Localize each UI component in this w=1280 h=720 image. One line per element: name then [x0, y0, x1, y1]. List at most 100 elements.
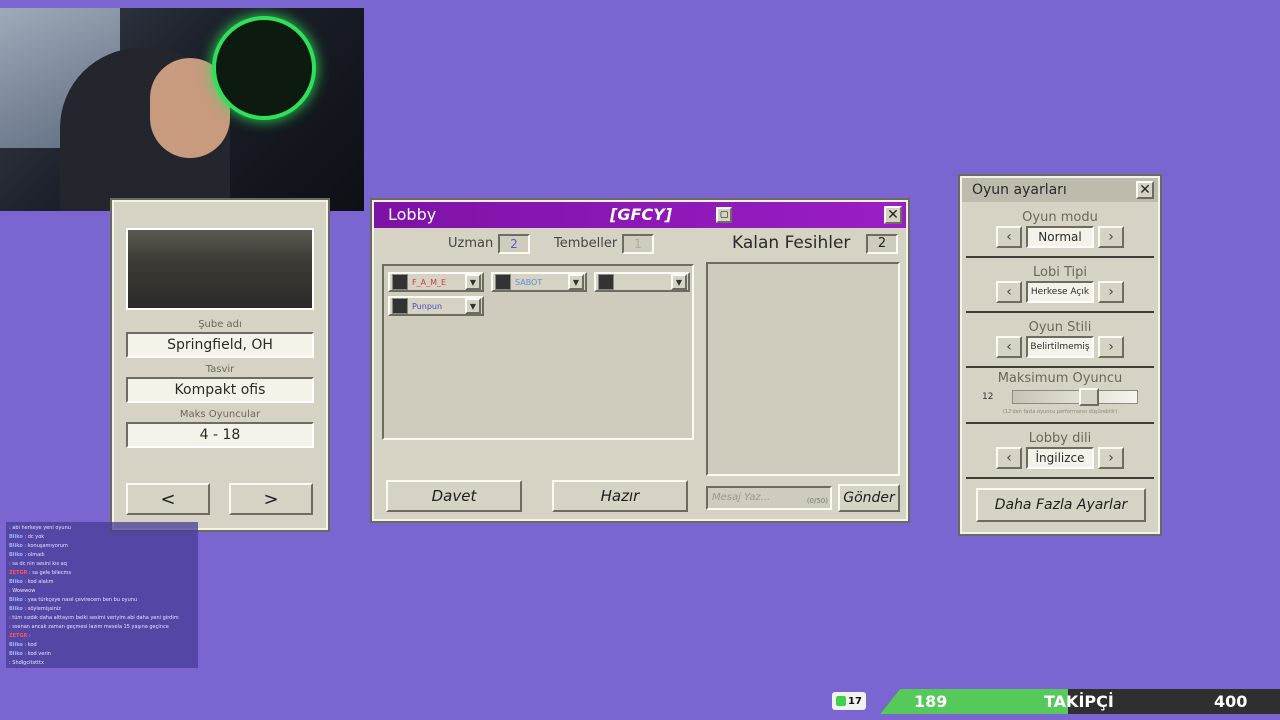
player-slot[interactable]: SABOT ▼	[491, 272, 587, 292]
expert-label: Uzman	[448, 236, 494, 251]
message-placeholder: Mesaj Yaz...	[712, 492, 771, 503]
lobby-type-prev-arrow-icon[interactable]: ‹	[996, 281, 1022, 303]
max-players-setting-label: Maksimum Oyuncu	[997, 371, 1123, 386]
mode-prev-arrow-icon[interactable]: ‹	[996, 226, 1022, 248]
more-settings-button[interactable]: Daha Fazla Ayarlar	[976, 488, 1146, 522]
chat-message: : sa dc nin sesini kıs aq	[9, 560, 195, 569]
chat-text: ssenan ancak zaman geçmesi lazım mesela …	[12, 624, 169, 630]
player-name: Punpun	[412, 301, 443, 311]
language-value[interactable]: İngilizce	[1026, 447, 1094, 469]
chat-text: yaa türkçeye nasıl çevirecem ben bu oyun…	[27, 597, 138, 603]
chat-separator: :	[27, 633, 31, 639]
max-players-field[interactable]: 4 - 18	[126, 422, 314, 448]
settings-close-icon[interactable]: ✕	[1136, 181, 1154, 199]
chat-text: abi herkeye yeni oyunu	[12, 525, 71, 531]
follower-current: 189	[914, 692, 948, 711]
next-office-button[interactable]: >	[229, 483, 313, 515]
divider	[966, 477, 1154, 479]
player-name: F_A_M_E	[412, 277, 447, 287]
chat-user: ZETGR	[9, 633, 28, 639]
lobby-title: Lobby	[388, 205, 437, 224]
kicks-label: Kalan Fesihler	[732, 233, 851, 253]
chat-message: Bliko : kod	[9, 641, 195, 650]
description-label: Tasvir	[205, 364, 235, 375]
chat-user: Bliko	[9, 606, 23, 612]
style-next-arrow-icon[interactable]: ›	[1098, 336, 1124, 358]
player-avatar-icon	[598, 274, 614, 290]
description-field[interactable]: Kompakt ofis	[126, 377, 314, 403]
chat-message: Bliko : konuşamıyorum	[9, 542, 195, 551]
stream-chat: : abi herkeye yeni oyunu Bliko : dc yok Bl…	[6, 522, 198, 668]
lobby-code: [GFCY]	[610, 205, 673, 224]
divider	[966, 422, 1154, 424]
copy-code-icon[interactable]: ▢	[716, 207, 732, 223]
divider	[966, 311, 1154, 313]
follower-progress-bar: 189 TAKİPÇİ 400	[880, 689, 1280, 714]
invite-button[interactable]: Davet	[386, 480, 522, 512]
chat-text: konuşamıyorum	[27, 543, 68, 549]
slider-handle[interactable]	[1078, 388, 1099, 406]
style-prev-arrow-icon[interactable]: ‹	[996, 336, 1022, 358]
chat-text: söylemişsiniz	[27, 606, 61, 612]
chevron-down-icon[interactable]: ▼	[465, 274, 481, 290]
message-input[interactable]: Mesaj Yaz... (0/50)	[706, 486, 832, 510]
chat-text: dc yok	[27, 534, 45, 540]
player-slot[interactable]: Punpun ▼	[388, 296, 484, 316]
player-name: SABOT	[515, 277, 543, 287]
player-avatar-icon	[392, 274, 408, 290]
lazy-label: Tembeller	[554, 236, 618, 251]
follower-badge-count: 17	[848, 695, 862, 707]
max-players-note: (12'den fazla oyuncu performansı düşüreb…	[1002, 409, 1118, 415]
chat-user: Bliko	[9, 597, 23, 603]
chat-message: Bliko : kod verin	[9, 650, 195, 659]
player-avatar-icon	[495, 274, 511, 290]
language-prev-arrow-icon[interactable]: ‹	[996, 447, 1022, 469]
lobby-type-label: Lobi Tipi	[1033, 265, 1087, 280]
chat-text: Wowwow	[12, 588, 36, 594]
style-label: Oyun Stili	[1028, 320, 1092, 335]
chat-user: Bliko	[9, 543, 23, 549]
language-next-arrow-icon[interactable]: ›	[1098, 447, 1124, 469]
message-counter: (0/50)	[806, 497, 828, 505]
chat-text: kod verin	[27, 651, 51, 657]
chat-message: Bliko : dc yok	[9, 533, 195, 542]
chat-message: Bliko : yaa türkçeye nasıl çevirecem ben…	[9, 596, 195, 605]
player-slot[interactable]: ▼	[594, 272, 690, 292]
settings-window: Oyun ayarları ✕ Oyun modu ‹ Normal › Lob…	[958, 174, 1162, 536]
branch-field[interactable]: Springfield, OH	[126, 332, 314, 358]
chat-message: : ssenan ancak zaman geçmesi lazım mesel…	[9, 623, 195, 632]
close-icon[interactable]: ✕	[884, 206, 902, 224]
chevron-down-icon[interactable]: ▼	[465, 298, 481, 314]
max-players-setting-value: 12	[982, 392, 994, 402]
chat-area	[706, 262, 900, 476]
max-players-slider[interactable]	[1012, 388, 1138, 406]
chat-user: Bliko	[9, 642, 23, 648]
send-button[interactable]: Gönder	[838, 484, 900, 512]
prev-office-button[interactable]: <	[126, 483, 210, 515]
chat-text: sa dc nin sesini kıs aq	[12, 561, 67, 567]
divider	[966, 366, 1154, 368]
chevron-down-icon[interactable]: ▼	[568, 274, 584, 290]
chat-message: ZETGR : sa gele bilecms	[9, 569, 195, 578]
mode-next-arrow-icon[interactable]: ›	[1098, 226, 1124, 248]
chat-user: Bliko	[9, 579, 23, 585]
ready-button[interactable]: Hazır	[552, 480, 688, 512]
kicks-count: 2	[866, 234, 898, 254]
lazy-count: 1	[622, 234, 654, 254]
player-avatar-icon	[392, 298, 408, 314]
lobby-type-value[interactable]: Herkese Açık	[1026, 281, 1094, 303]
mode-value[interactable]: Normal	[1026, 226, 1094, 248]
chat-user: ZETGR	[9, 570, 28, 576]
player-list: F_A_M_E ▼ SABOT ▼ ▼ Punpun ▼	[382, 264, 694, 440]
kick-logo-icon	[836, 696, 847, 706]
chat-message: : abi herkeye yeni oyunu	[9, 524, 195, 533]
chat-text: kod	[27, 642, 37, 648]
settings-title-bar: Oyun ayarları ✕	[962, 178, 1158, 202]
style-value[interactable]: Belirtilmemiş	[1026, 336, 1094, 358]
chat-user: Bliko	[9, 534, 23, 540]
lobby-type-next-arrow-icon[interactable]: ›	[1098, 281, 1124, 303]
player-slot[interactable]: F_A_M_E ▼	[388, 272, 484, 292]
chevron-down-icon[interactable]: ▼	[671, 274, 687, 290]
chat-text: sa gele bilecms	[32, 570, 72, 576]
chat-message: Bliko : kod alalım	[9, 578, 195, 587]
